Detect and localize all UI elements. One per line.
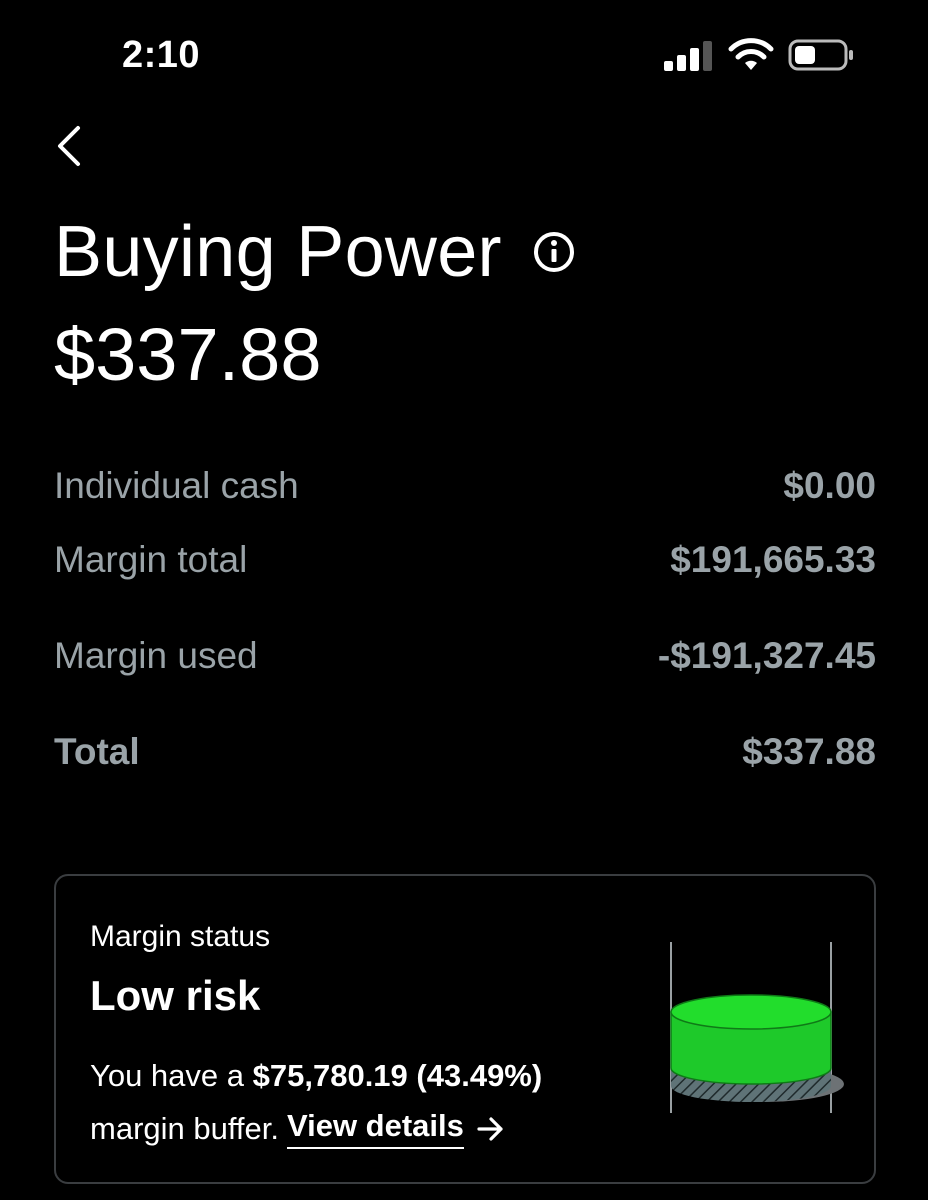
margin-cylinder-graphic: [670, 942, 844, 1113]
row-value: $191,665.33: [670, 539, 876, 580]
title-row: Buying Power: [54, 208, 576, 296]
chevron-left-icon[interactable]: [50, 122, 90, 170]
battery-icon: [788, 39, 853, 71]
view-details-link[interactable]: View details: [286, 1108, 464, 1149]
buffer-text-line1: You have a $75,780.19 (43.49%): [90, 1058, 542, 1094]
buffer-text-line2: margin buffer. View details: [90, 1108, 506, 1149]
row-label: Individual cash: [54, 465, 299, 506]
row-value: $0.00: [783, 465, 876, 506]
row-value: -$191,327.45: [657, 635, 876, 676]
breakdown-row-individual-cash: Individual cash $0.00: [54, 460, 876, 512]
breakdown-row-total: Total $337.88: [54, 704, 876, 800]
buffer-amount: $75,780.19 (43.49%): [252, 1058, 543, 1093]
buying-power-amount: $337.88: [54, 313, 322, 396]
row-label: Margin total: [54, 539, 248, 580]
row-label: Total: [54, 731, 140, 772]
margin-status-label: Margin status: [90, 920, 271, 953]
arrow-right-icon[interactable]: [476, 1116, 506, 1142]
buffer-text-suffix: margin buffer.: [90, 1110, 279, 1146]
info-icon[interactable]: [532, 230, 576, 274]
cellular-signal-icon: [664, 39, 714, 71]
buffer-text-prefix: You have a: [90, 1058, 245, 1093]
margin-status-card[interactable]: Margin status Low risk You have a $75,78…: [54, 874, 876, 1184]
breakdown-row-margin-total: Margin total $191,665.33: [54, 512, 876, 608]
status-icons: [664, 38, 854, 72]
row-label: Margin used: [54, 635, 258, 676]
app-screen: 2:10 Buying Power $337.88 Individual cas…: [0, 0, 928, 1200]
status-time: 2:10: [122, 34, 201, 76]
breakdown-row-margin-used: Margin used -$191,327.45: [54, 608, 876, 704]
page-title: Buying Power: [54, 212, 502, 292]
wifi-icon: [728, 38, 774, 70]
risk-level: Low risk: [90, 972, 261, 1019]
breakdown-list: Individual cash $0.00 Margin total $191,…: [54, 460, 876, 800]
row-value: $337.88: [742, 731, 876, 772]
